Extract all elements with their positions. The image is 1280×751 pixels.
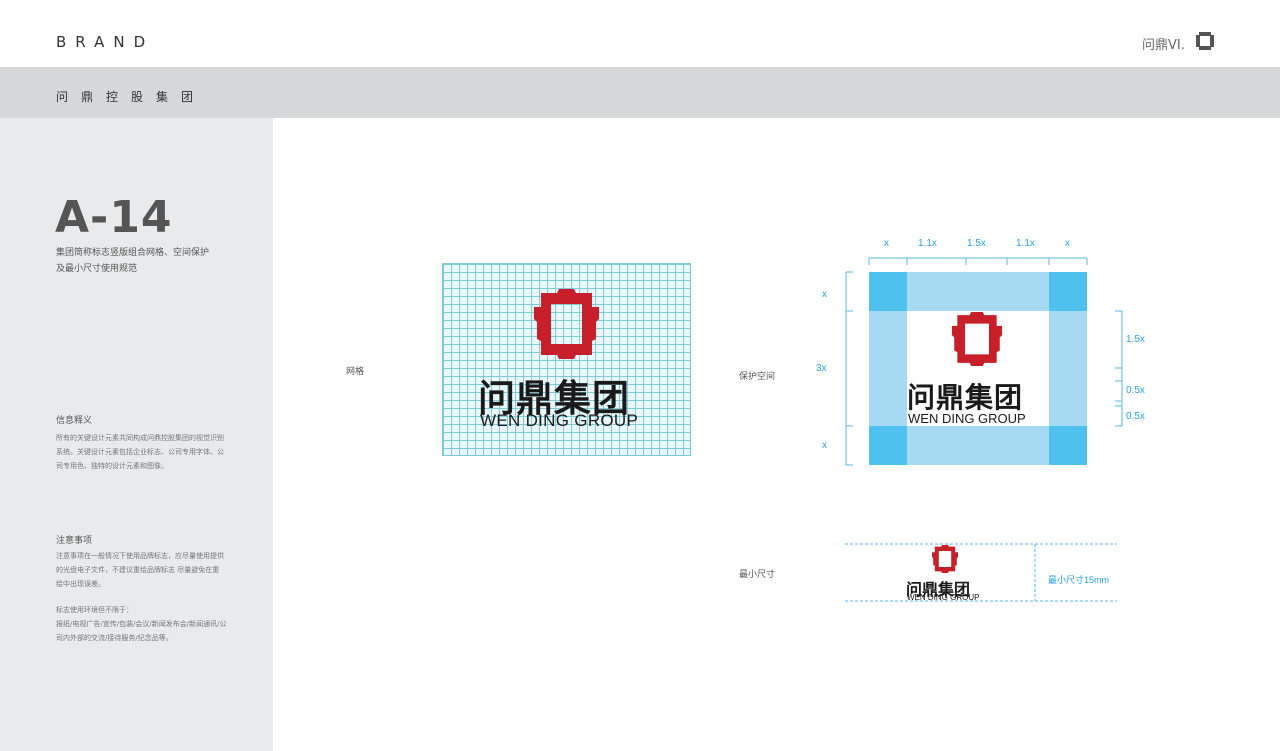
logo-emblem-icon xyxy=(534,289,599,359)
min-size-text: 最小尺寸15mm xyxy=(1048,575,1110,585)
info-body: 所有的关键设计元素共同构成问鼎控股集团的视觉识别 系统。关键设计元素包括企业标志… xyxy=(56,431,241,473)
top-header xyxy=(0,0,1280,67)
usage-line: 报纸/电视广告/宣传/包装/会议/新闻发布会/新闻通讯/公 xyxy=(56,620,227,628)
logo-emblem-icon xyxy=(932,545,958,573)
dim-top-3: 1.5x xyxy=(967,238,986,249)
notes-line: 的光盘电子文件，不建议重绘品牌标志 尽量避免在重 xyxy=(56,566,220,574)
info-line: 系统。关键设计元素包括企业标志、公司专用字体、公 xyxy=(56,448,224,456)
usage-line: 标志使用环境但不限于： xyxy=(56,606,133,614)
dim-top-5: x xyxy=(1065,238,1070,249)
notes-line: 绘中出现误差。 xyxy=(56,580,105,588)
dim-top-1: x xyxy=(884,238,889,249)
dim-right-1: 1.5x xyxy=(1126,334,1145,345)
info-line: 司专用色、独特的设计元素和图像。 xyxy=(56,462,168,470)
page-number: A-14 xyxy=(55,192,173,243)
company-name: 问鼎控股集团 xyxy=(56,90,207,104)
dimension-lines xyxy=(845,257,1123,466)
dim-right-2: 0.5x xyxy=(1126,385,1145,396)
dim-left-2: 3x xyxy=(816,363,827,374)
dim-left-1: x xyxy=(822,289,827,300)
dim-top-2: 1.1x xyxy=(918,238,937,249)
usage-line: 司内外部的交流/接待服务/纪念品等。 xyxy=(56,634,173,642)
info-line: 所有的关键设计元素共同构成问鼎控股集团的视觉识别 xyxy=(56,434,224,442)
protect-label: 保护空间 xyxy=(739,372,776,382)
page-subtitle: 集团简称标志竖版组合网格、空间保护 及最小尺寸使用规范 xyxy=(56,245,246,277)
logo-mark-icon xyxy=(1196,32,1214,50)
subtitle-line: 集团简称标志竖版组合网格、空间保护 xyxy=(56,248,210,258)
info-title: 信息释义 xyxy=(56,416,93,426)
dim-right-3: 0.5x xyxy=(1126,411,1145,422)
brand-title: BRAND xyxy=(56,33,155,51)
usage-body: 标志使用环境但不限于： 报纸/电视广告/宣传/包装/会议/新闻发布会/新闻通讯/… xyxy=(56,603,241,645)
dim-left-3: x xyxy=(822,440,827,451)
vi-label: 问鼎VI. xyxy=(1142,38,1185,53)
subtitle-line: 及最小尺寸使用规范 xyxy=(56,264,138,274)
notes-line: 注意事项在一般情况下使用品牌标志，应尽量使用提供 xyxy=(56,552,224,560)
logo-english: WEN DING GROUP xyxy=(480,411,639,430)
grid-label: 网格 xyxy=(346,367,365,377)
notes-title: 注意事项 xyxy=(56,536,93,546)
logo-english: WEN DING GROUP xyxy=(907,593,980,602)
notes-body: 注意事项在一般情况下使用品牌标志，应尽量使用提供 的光盘电子文件，不建议重绘品牌… xyxy=(56,549,241,591)
dim-top-4: 1.1x xyxy=(1016,238,1035,249)
min-size-label: 最小尺寸 xyxy=(739,570,776,580)
